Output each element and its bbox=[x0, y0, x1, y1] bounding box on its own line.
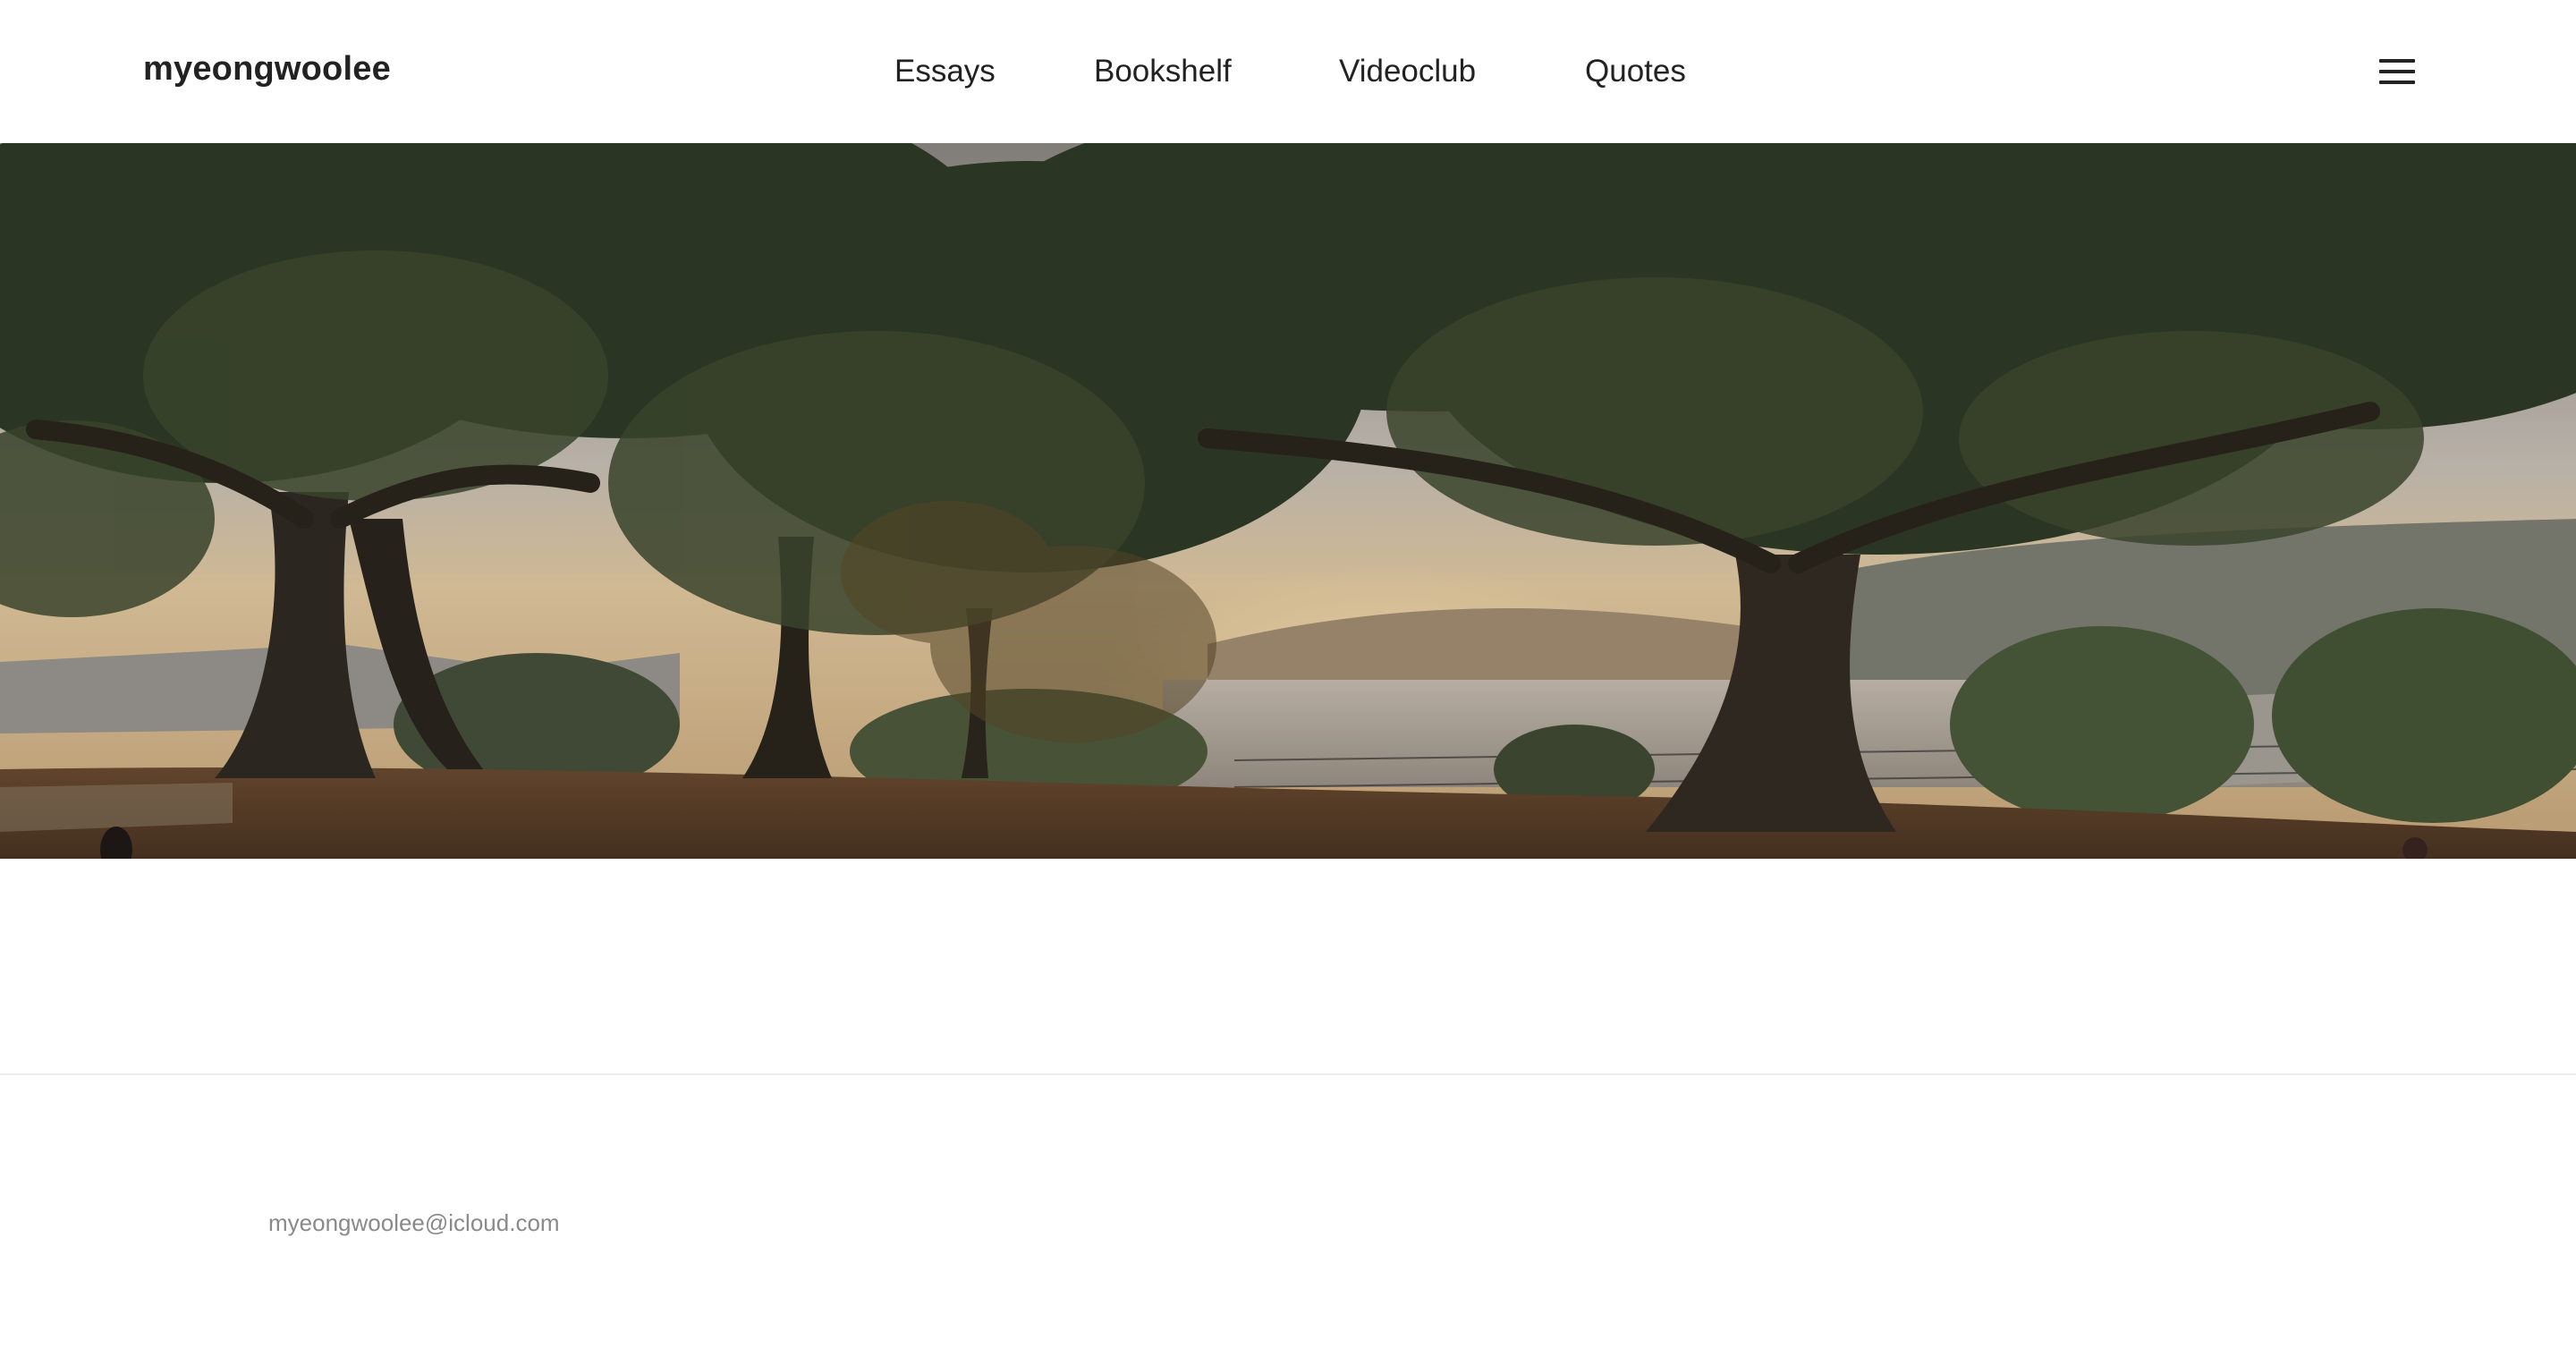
hero-image bbox=[0, 143, 2576, 859]
nav-item-essays[interactable]: Essays bbox=[894, 54, 996, 89]
page: myeongwoolee Essays Bookshelf Videoclub … bbox=[0, 0, 2576, 1365]
main-nav: Essays Bookshelf Videoclub Quotes bbox=[0, 54, 2576, 93]
menu-bar bbox=[2379, 81, 2415, 84]
menu-bar bbox=[2379, 59, 2415, 63]
nav-item-quotes[interactable]: Quotes bbox=[1585, 54, 1686, 89]
nav-item-bookshelf[interactable]: Bookshelf bbox=[1094, 54, 1232, 89]
menu-bar bbox=[2379, 70, 2415, 73]
footer-divider bbox=[0, 1073, 2576, 1075]
footer-email-link[interactable]: myeongwoolee@icloud.com bbox=[268, 1209, 560, 1237]
hamburger-menu-icon[interactable] bbox=[2376, 55, 2419, 88]
nav-item-videoclub[interactable]: Videoclub bbox=[1339, 54, 1476, 89]
park-trees-photo bbox=[0, 143, 2576, 859]
site-header: myeongwoolee Essays Bookshelf Videoclub … bbox=[0, 0, 2576, 143]
